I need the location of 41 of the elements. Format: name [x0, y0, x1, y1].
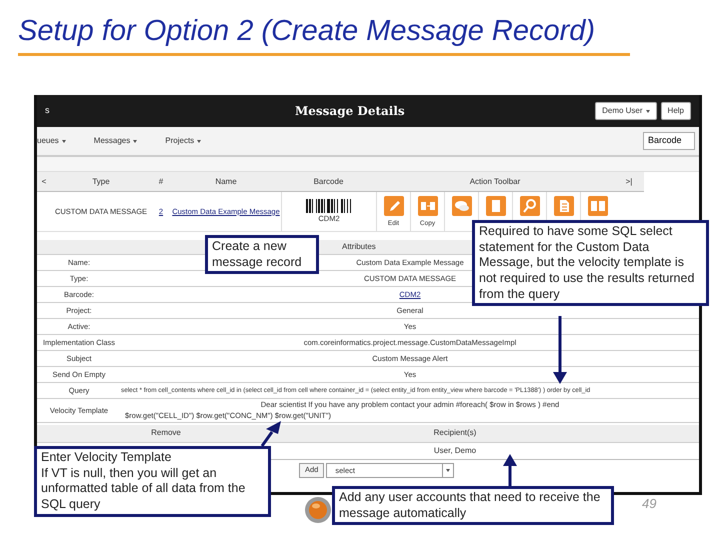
search-icon[interactable]	[520, 196, 540, 216]
report-icon[interactable]	[554, 196, 574, 216]
column-header: Remove	[150, 427, 182, 439]
caret-icon	[133, 140, 138, 142]
lookup-field[interactable]: Barcode	[643, 132, 695, 150]
column-header: Barcode	[281, 172, 376, 192]
slide-title: Setup for Option 2 (Create Message Record)	[17, 14, 596, 49]
column-header[interactable]: <	[37, 172, 51, 192]
menu-item[interactable]: ueues	[37, 135, 66, 147]
speech-bubbles-icon[interactable]	[452, 196, 472, 216]
column-header: Type	[51, 172, 151, 192]
user-menu-button[interactable]: Demo User	[595, 102, 657, 120]
caret-icon	[646, 110, 650, 112]
callout-text: Enter Velocity Template	[41, 450, 172, 466]
column-header[interactable]: >|	[614, 172, 644, 192]
callout-text: Create a new message record	[212, 239, 303, 270]
section-header: Attributes	[342, 241, 376, 253]
recipient-name: User, Demo	[432, 444, 478, 456]
column-header: Action Toolbar	[376, 172, 614, 192]
caret-icon	[62, 140, 66, 142]
document-icon[interactable]	[486, 196, 506, 216]
caret-icon	[446, 469, 450, 472]
copy-icon[interactable]	[418, 196, 438, 216]
column-header: #	[151, 172, 171, 192]
header-text: s	[45, 104, 50, 118]
column-header: Name	[171, 172, 281, 192]
callout-text: Required to have some SQL select statement for the Custom Data Message, but the velocity template is not required to use the results returned from the query	[479, 224, 696, 302]
arrow	[553, 316, 567, 384]
pencil-icon[interactable]	[384, 196, 404, 216]
callout-text: Add any user accounts that need to receive the message automatically	[339, 490, 602, 522]
barcode-drawing	[306, 198, 352, 213]
callout-text: If VT is null, then you will get an unformatted table of all data from the SQL query	[41, 466, 246, 512]
page-number: 49	[642, 495, 656, 513]
menu-item[interactable]: Projects	[165, 135, 202, 147]
column-header: Recipient(s)	[432, 427, 478, 439]
help-button[interactable]: Help	[660, 102, 691, 120]
page-title: Message Details	[295, 103, 405, 120]
sphere-logo-icon	[304, 494, 332, 524]
menu-item[interactable]: Messages	[94, 135, 138, 147]
caret-icon	[197, 140, 202, 142]
book-icon[interactable]	[588, 196, 608, 216]
